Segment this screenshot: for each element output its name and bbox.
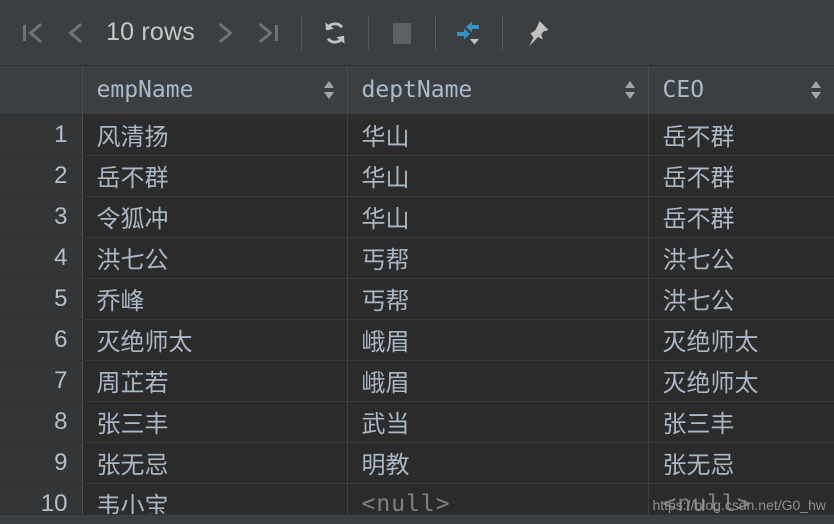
sort-arrows-icon[interactable] bbox=[622, 78, 638, 102]
row-number-cell[interactable]: 9 bbox=[0, 442, 83, 484]
cell-deptname[interactable]: 华山 bbox=[347, 114, 649, 156]
cell-ceo[interactable]: 岳不群 bbox=[648, 196, 834, 238]
row-number-cell[interactable]: 8 bbox=[0, 401, 83, 443]
results-toolbar: 10 rows bbox=[0, 0, 834, 66]
row-number-cell[interactable]: 6 bbox=[0, 319, 83, 361]
table-row[interactable]: 6 灭绝师太 峨眉 灭绝师太 bbox=[0, 319, 834, 361]
row-number-cell[interactable]: 5 bbox=[0, 278, 83, 320]
table-row[interactable]: 7 周芷若 峨眉 灭绝师太 bbox=[0, 360, 834, 402]
header-row: empName deptName CEO bbox=[0, 66, 834, 115]
cell-empname[interactable]: 洪七公 bbox=[82, 237, 348, 279]
row-number-cell[interactable]: 1 bbox=[0, 114, 83, 156]
cell-empname[interactable]: 张无忌 bbox=[82, 442, 348, 484]
table-row[interactable]: 5 乔峰 丐帮 洪七公 bbox=[0, 278, 834, 320]
results-table: empName deptName CEO 1 风清扬 华山 岳不群 2 岳不群 … bbox=[0, 66, 834, 524]
table-row[interactable]: 8 张三丰 武当 张三丰 bbox=[0, 401, 834, 443]
toolbar-divider-3 bbox=[434, 15, 436, 50]
column-header-deptname[interactable]: deptName bbox=[347, 66, 649, 115]
cell-ceo[interactable]: 张无忌 bbox=[648, 442, 834, 484]
cell-ceo[interactable]: 洪七公 bbox=[648, 237, 834, 279]
cell-ceo[interactable]: 灭绝师太 bbox=[648, 319, 834, 361]
collapse-arrows-icon bbox=[456, 21, 479, 44]
toolbar-divider-4 bbox=[501, 15, 503, 50]
chevron-right-icon bbox=[218, 22, 233, 43]
reload-button[interactable] bbox=[314, 12, 356, 54]
row-number-cell[interactable]: 7 bbox=[0, 360, 83, 402]
table-row[interactable]: 4 洪七公 丐帮 洪七公 bbox=[0, 237, 834, 279]
row-number-cell[interactable]: 2 bbox=[0, 155, 83, 197]
column-header-ceo[interactable]: CEO bbox=[648, 66, 834, 115]
toolbar-divider-2 bbox=[367, 15, 369, 50]
cell-deptname[interactable]: 华山 bbox=[347, 196, 649, 238]
first-page-button[interactable] bbox=[12, 12, 54, 54]
cell-empname[interactable]: 乔峰 bbox=[82, 278, 348, 320]
result-grid-window: 10 rows empName deptName CEO 1 风清扬 华山 岳不… bbox=[0, 0, 834, 524]
first-page-icon bbox=[23, 22, 43, 43]
cell-ceo[interactable]: 洪七公 bbox=[648, 278, 834, 320]
cell-ceo[interactable]: 张三丰 bbox=[648, 401, 834, 443]
transpose-button[interactable] bbox=[448, 12, 490, 54]
cell-deptname[interactable]: 丐帮 bbox=[347, 278, 649, 320]
cell-deptname[interactable]: 峨眉 bbox=[347, 319, 649, 361]
cell-ceo[interactable]: 岳不群 bbox=[648, 114, 834, 156]
data-grid[interactable]: empName deptName CEO 1 风清扬 华山 岳不群 2 岳不群 … bbox=[0, 66, 834, 524]
sort-arrows-icon[interactable] bbox=[808, 78, 824, 102]
last-page-icon bbox=[258, 22, 278, 43]
column-header-label: empName bbox=[96, 76, 194, 103]
sort-arrows-icon[interactable] bbox=[321, 78, 337, 102]
cell-deptname[interactable]: 峨眉 bbox=[347, 360, 649, 402]
row-number-header bbox=[0, 66, 83, 115]
cell-empname[interactable]: 岳不群 bbox=[82, 155, 348, 197]
column-header-label: deptName bbox=[361, 76, 473, 103]
cell-deptname[interactable]: 武当 bbox=[347, 401, 649, 443]
next-page-button[interactable] bbox=[205, 12, 247, 54]
cell-empname[interactable]: 风清扬 bbox=[82, 114, 348, 156]
stop-button[interactable] bbox=[381, 12, 423, 54]
stop-square-icon bbox=[392, 22, 411, 44]
cell-ceo[interactable]: 岳不群 bbox=[648, 155, 834, 197]
row-number-cell[interactable]: 4 bbox=[0, 237, 83, 279]
cell-deptname[interactable]: 华山 bbox=[347, 155, 649, 197]
cell-deptname[interactable]: 丐帮 bbox=[347, 237, 649, 279]
toolbar-divider-1 bbox=[300, 15, 302, 50]
table-row[interactable]: 1 风清扬 华山 岳不群 bbox=[0, 114, 834, 156]
cell-ceo[interactable]: 灭绝师太 bbox=[648, 360, 834, 402]
pin-button[interactable] bbox=[515, 12, 557, 54]
last-page-button[interactable] bbox=[247, 12, 289, 54]
row-number-cell[interactable]: 3 bbox=[0, 196, 83, 238]
column-header-empname[interactable]: empName bbox=[82, 66, 348, 115]
row-count-label: 10 rows bbox=[106, 18, 195, 46]
table-row[interactable]: 3 令狐冲 华山 岳不群 bbox=[0, 196, 834, 238]
table-header: empName deptName CEO bbox=[0, 66, 834, 115]
chevron-left-icon bbox=[68, 22, 83, 43]
pin-icon bbox=[528, 20, 549, 46]
cell-empname[interactable]: 灭绝师太 bbox=[82, 319, 348, 361]
table-row[interactable]: 2 岳不群 华山 岳不群 bbox=[0, 155, 834, 197]
cell-empname[interactable]: 张三丰 bbox=[82, 401, 348, 443]
column-header-label: CEO bbox=[662, 76, 705, 103]
cell-empname[interactable]: 令狐冲 bbox=[82, 196, 348, 238]
table-body: 1 风清扬 华山 岳不群 2 岳不群 华山 岳不群 3 令狐冲 华山 岳不群 4 洪七公 丐帮 洪七公 5 乔峰丐… bbox=[0, 114, 834, 524]
previous-page-button[interactable] bbox=[54, 12, 96, 54]
table-row[interactable]: 9 张无忌 明教 张无忌 bbox=[0, 442, 834, 484]
cell-empname[interactable]: 周芷若 bbox=[82, 360, 348, 402]
cell-deptname[interactable]: 明教 bbox=[347, 442, 649, 484]
grid-bottom-strip bbox=[0, 514, 834, 524]
refresh-icon bbox=[325, 22, 345, 43]
